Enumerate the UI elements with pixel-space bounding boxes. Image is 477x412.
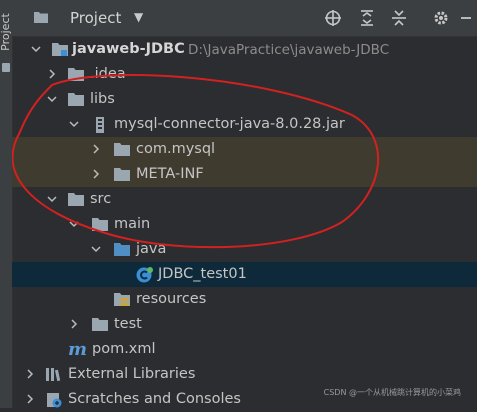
tree-label-libs: libs (90, 91, 115, 107)
tree-row-root[interactable]: javaweb-JDBC D:\JavaPractice\javaweb-JDB… (12, 37, 477, 62)
tree-label-com-mysql: com.mysql (136, 141, 216, 157)
svg-text:m: m (68, 340, 87, 358)
tree-row-jar[interactable]: mysql-connector-java-8.0.28.jar (12, 112, 477, 137)
project-tool-icon[interactable] (2, 63, 10, 72)
libraries-icon (46, 367, 62, 381)
tree-row-java[interactable]: java (12, 237, 477, 262)
module-folder-icon (52, 42, 68, 56)
jar-icon (92, 117, 108, 133)
tree-row-resources[interactable]: resources (12, 287, 477, 312)
folder-icon (114, 167, 130, 181)
tree-row-libs[interactable]: libs (12, 87, 477, 112)
project-view-title[interactable]: Project (70, 9, 121, 27)
folder-icon (68, 92, 84, 106)
folder-icon (92, 317, 108, 331)
chevron-right-icon[interactable] (90, 168, 102, 180)
chevron-down-icon[interactable] (46, 93, 58, 105)
tree-row-class[interactable]: JDBC_test01 (12, 262, 477, 287)
maven-icon: m (68, 340, 88, 358)
tree-label-src: src (90, 191, 112, 207)
chevron-down-icon[interactable] (68, 118, 80, 130)
project-root-label: javaweb-JDBC (72, 41, 185, 57)
settings-icon[interactable] (432, 9, 450, 27)
tree-label-java: java (136, 241, 167, 257)
folder-icon (68, 192, 84, 206)
chevron-down-icon[interactable] (68, 218, 80, 230)
source-folder-icon (114, 242, 130, 256)
tree-row-src[interactable]: src (12, 187, 477, 212)
tree-row-pom[interactable]: m pom.xml (12, 337, 477, 362)
class-icon (136, 266, 153, 283)
folder-icon (114, 142, 130, 156)
folder-icon (34, 11, 48, 23)
locate-icon[interactable] (324, 9, 342, 27)
project-root-path: D:\JavaPractice\javaweb-JDBC (188, 42, 390, 58)
chevron-right-icon[interactable] (90, 143, 102, 155)
tree-label-test: test (114, 316, 142, 332)
expand-all-icon[interactable] (358, 9, 376, 27)
chevron-down-icon[interactable] (30, 43, 42, 55)
tree-label-class: JDBC_test01 (158, 266, 247, 282)
scratches-icon (46, 392, 62, 408)
watermark: CSDN @一个从机械跳计算机的小菜鸡 (323, 388, 461, 397)
chevron-right-icon[interactable] (24, 393, 36, 405)
collapse-all-icon[interactable] (390, 9, 408, 27)
tree-row-main[interactable]: main (12, 212, 477, 237)
chevron-down-icon[interactable] (90, 243, 102, 255)
tree-label-scratches: Scratches and Consoles (68, 391, 241, 407)
folder-icon (68, 67, 84, 81)
tree-label-resources: resources (136, 291, 207, 307)
chevron-down-icon[interactable] (46, 193, 58, 205)
folder-icon (92, 217, 108, 231)
tree-row-test[interactable]: test (12, 312, 477, 337)
tree-row-idea[interactable]: .idea (12, 62, 477, 87)
project-tree: javaweb-JDBC D:\JavaPractice\javaweb-JDB… (12, 37, 477, 408)
chevron-down-icon[interactable]: ▼ (134, 10, 143, 24)
tree-row-meta-inf[interactable]: META-INF (12, 162, 477, 187)
chevron-right-icon[interactable] (24, 368, 36, 380)
chevron-right-icon[interactable] (68, 318, 80, 330)
minimize-icon[interactable] (460, 9, 477, 27)
tree-row-com-mysql[interactable]: com.mysql (12, 137, 477, 162)
tree-label-pom: pom.xml (92, 341, 156, 357)
chevron-right-icon[interactable] (46, 68, 58, 80)
tree-label-meta-inf: META-INF (136, 166, 204, 182)
resources-folder-icon (114, 292, 130, 306)
tree-label-idea: .idea (90, 66, 126, 82)
project-tool-tab[interactable]: Project (0, 8, 12, 56)
tree-label-jar: mysql-connector-java-8.0.28.jar (114, 116, 345, 132)
tree-label-external-libraries: External Libraries (68, 366, 196, 382)
tree-row-external-libraries[interactable]: External Libraries (12, 362, 477, 387)
project-header: Project ▼ (12, 0, 477, 37)
tree-label-main: main (114, 216, 151, 232)
